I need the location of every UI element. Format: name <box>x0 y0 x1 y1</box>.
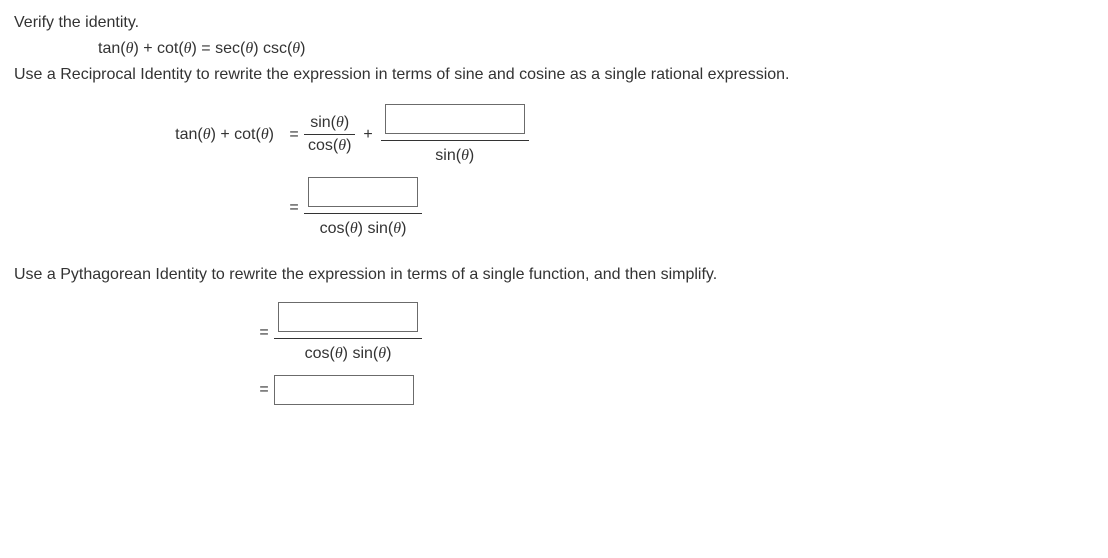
plus-sign: + <box>363 126 372 144</box>
text: ) sin( <box>358 220 394 237</box>
answer-input-4[interactable] <box>274 375 414 405</box>
text: cos( <box>305 345 335 362</box>
instruction-text: Use a Pythagorean Identity to rewrite th… <box>14 266 717 283</box>
text: tan( <box>175 126 203 143</box>
theta: θ <box>335 345 343 362</box>
equals-sign: = <box>254 324 274 342</box>
theta: θ <box>338 137 346 154</box>
text: sin( <box>435 147 461 164</box>
text: sin( <box>310 114 336 131</box>
text: cos( <box>320 220 350 237</box>
theta: θ <box>184 40 192 57</box>
theta: θ <box>350 220 358 237</box>
answer-input-2[interactable] <box>308 177 418 207</box>
text: ) <box>269 126 274 143</box>
theta: θ <box>292 40 300 57</box>
text: ) sin( <box>343 345 379 362</box>
text: ) = sec( <box>192 40 246 57</box>
identity-line: tan(θ) + cot(θ) = sec(θ) csc(θ) <box>98 40 1094 58</box>
step1-row: tan(θ) + cot(θ) = sin(θ) cos(θ) + sin(θ) <box>14 104 1094 165</box>
answer-input-1[interactable] <box>385 104 525 134</box>
theta: θ <box>336 114 344 131</box>
fraction-sin-over-cos: sin(θ) cos(θ) <box>304 114 355 155</box>
instruction-1: Use a Reciprocal Identity to rewrite the… <box>14 66 1094 84</box>
text: ) <box>469 147 474 164</box>
theta: θ <box>203 126 211 143</box>
text: ) csc( <box>253 40 292 57</box>
text: ) <box>300 40 305 57</box>
text: ) <box>386 345 391 362</box>
instruction-2: Use a Pythagorean Identity to rewrite th… <box>14 266 1094 284</box>
theta: θ <box>393 220 401 237</box>
answer-input-3[interactable] <box>278 302 418 332</box>
step2-row: = cos(θ) sin(θ) <box>14 177 1094 238</box>
text: tan( <box>98 40 126 57</box>
verify-text: Verify the identity. <box>14 14 139 31</box>
text: ) + cot( <box>133 40 183 57</box>
fraction-blank-over-cos-sin: cos(θ) sin(θ) <box>304 177 422 238</box>
theta: θ <box>378 345 386 362</box>
text: ) <box>346 137 351 154</box>
text: ) <box>401 220 406 237</box>
text: ) <box>344 114 349 131</box>
theta: θ <box>261 126 269 143</box>
text: ) + cot( <box>211 126 261 143</box>
fraction-blank-over-sin: sin(θ) <box>381 104 529 165</box>
text: cos( <box>308 137 338 154</box>
equals-sign: = <box>284 199 304 217</box>
equals-sign: = <box>254 381 274 399</box>
step1-lhs: tan(θ) + cot(θ) <box>14 126 284 144</box>
fraction-blank-over-cos-sin-2: cos(θ) sin(θ) <box>274 302 422 363</box>
theta: θ <box>245 40 253 57</box>
step4-row: = <box>14 375 1094 405</box>
equals-sign: = <box>284 126 304 144</box>
step3-row: = cos(θ) sin(θ) <box>14 302 1094 363</box>
instruction-text: Use a Reciprocal Identity to rewrite the… <box>14 66 790 83</box>
verify-line: Verify the identity. <box>14 14 1094 32</box>
theta: θ <box>461 147 469 164</box>
